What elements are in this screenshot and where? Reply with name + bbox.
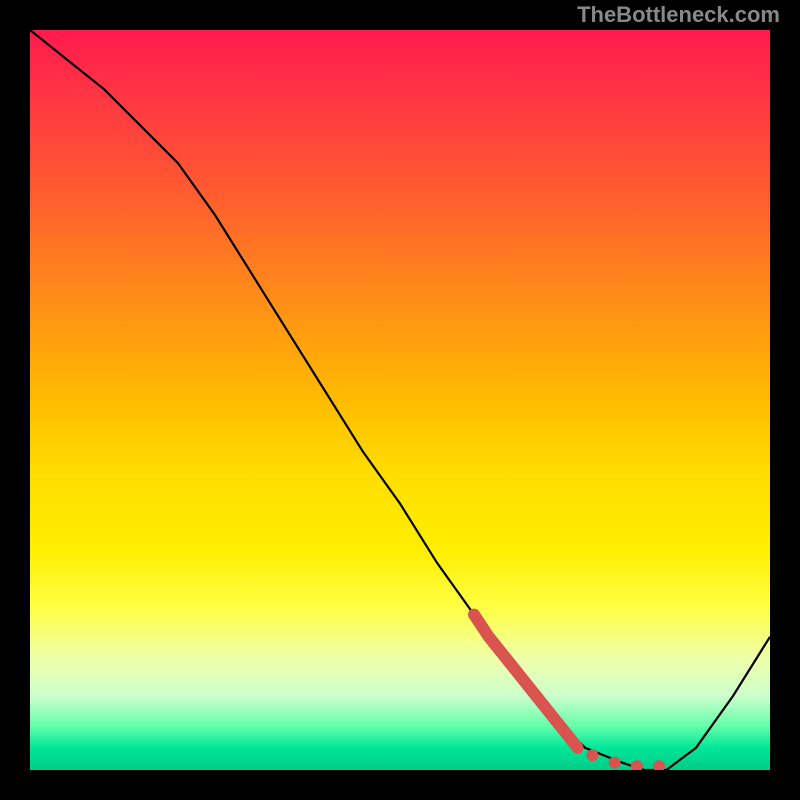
watermark-text: TheBottleneck.com (577, 2, 780, 28)
chart-background-gradient (30, 30, 770, 770)
